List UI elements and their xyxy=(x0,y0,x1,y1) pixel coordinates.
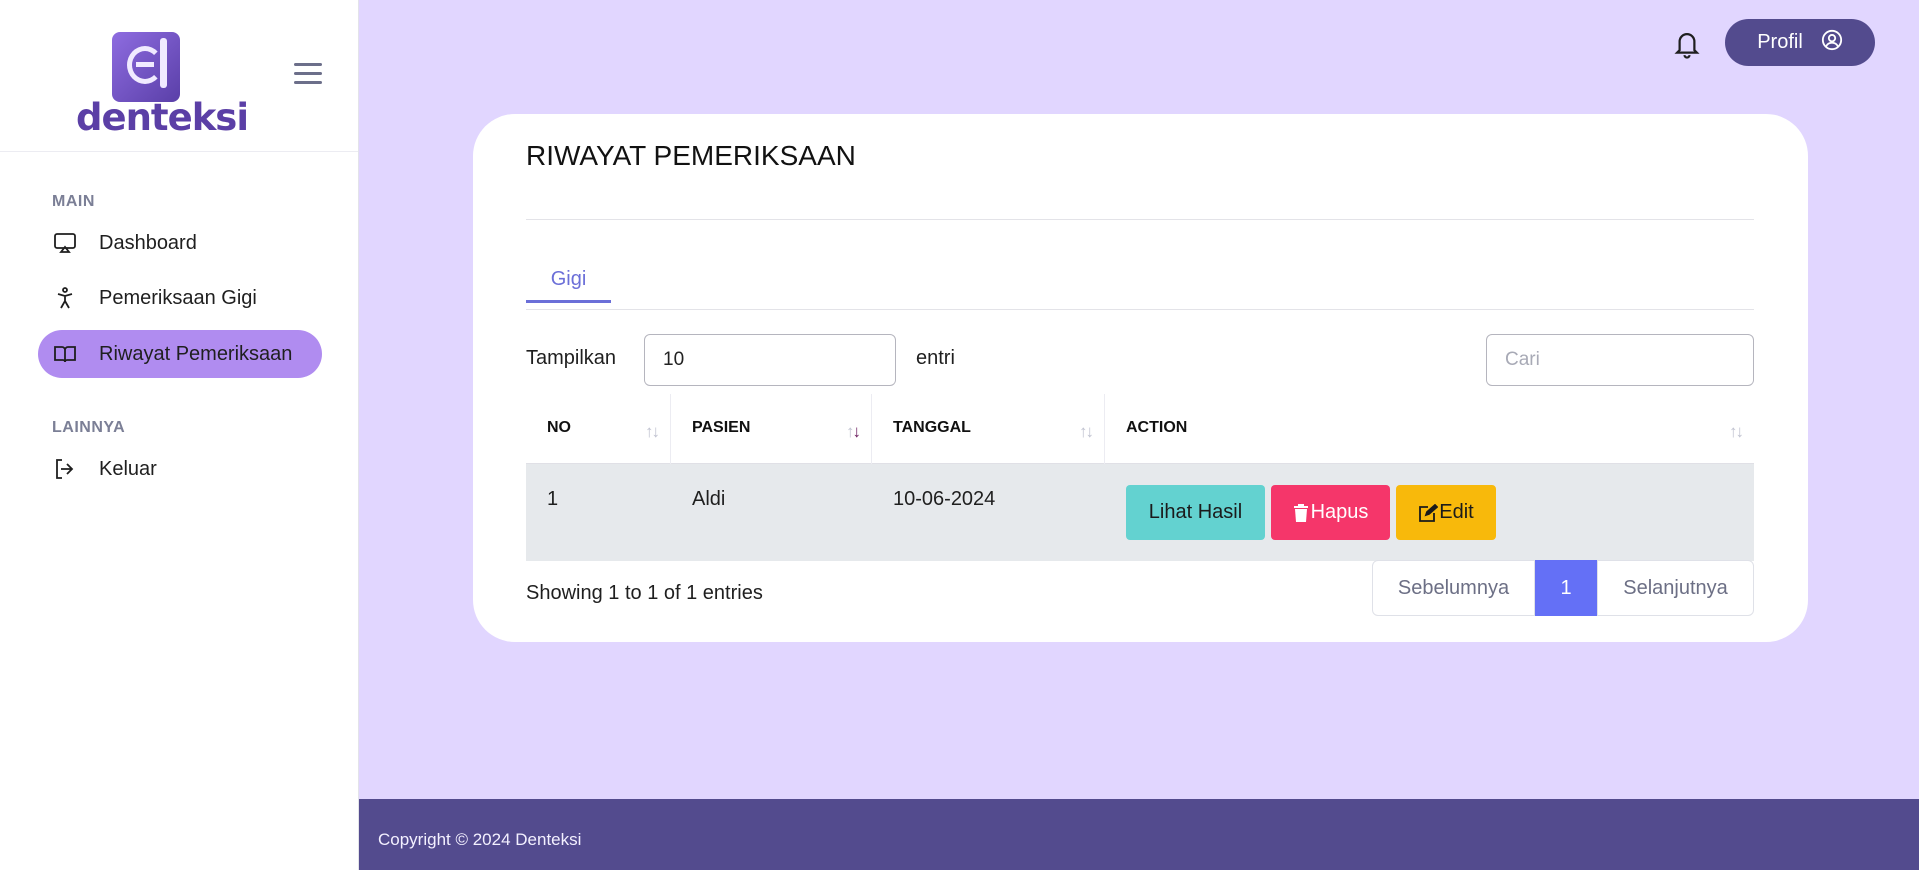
sidebar-item-pemeriksaan-gigi[interactable]: Pemeriksaan Gigi xyxy=(38,274,322,322)
monitor-icon xyxy=(52,230,78,256)
brand-name: denteksi xyxy=(76,96,249,139)
column-header-action[interactable]: ACTION ↑↓ xyxy=(1105,394,1754,464)
person-icon xyxy=(52,285,78,311)
sidebar-item-label: Pemeriksaan Gigi xyxy=(99,286,257,309)
sidebar-item-label: Dashboard xyxy=(99,231,197,254)
history-table: NO ↑↓ PASIEN ↑↓ TANGGAL ↑↓ ACTION ↑↓ 1 Aldi … xyxy=(526,394,1754,561)
sort-icon: ↑↓ xyxy=(1079,422,1094,441)
book-icon xyxy=(52,341,78,367)
sort-icon: ↑↓ xyxy=(645,422,660,441)
table-row: 1 Aldi 10-06-2024 Lihat Hasil Hapus Edit xyxy=(526,464,1754,561)
sidebar-item-keluar[interactable]: Keluar xyxy=(38,445,322,493)
page-number-button[interactable]: 1 xyxy=(1535,560,1597,616)
profile-button[interactable]: Profil xyxy=(1725,19,1875,66)
sort-icon: ↑↓ xyxy=(846,422,861,441)
sidebar-item-label: Riwayat Pemeriksaan xyxy=(99,342,293,365)
brand-logo[interactable]: denteksi xyxy=(76,30,249,139)
button-label: Lihat Hasil xyxy=(1148,501,1243,523)
edit-button[interactable]: Edit xyxy=(1396,485,1496,540)
logout-icon xyxy=(52,456,78,482)
sidebar-item-riwayat-pemeriksaan[interactable]: Riwayat Pemeriksaan xyxy=(38,330,322,378)
sidebar: denteksi MAIN Dashboard Pemeriksaan Gigi… xyxy=(0,0,359,870)
sidebar-header: denteksi xyxy=(0,0,358,152)
cell-tanggal: 10-06-2024 xyxy=(893,488,996,510)
view-result-button[interactable]: Lihat Hasil xyxy=(1126,485,1265,540)
column-label: TANGGAL xyxy=(893,419,971,436)
sidebar-item-label: Keluar xyxy=(99,457,157,480)
column-label: NO xyxy=(547,419,571,436)
divider xyxy=(526,309,1754,310)
button-label: Hapus xyxy=(1310,501,1369,523)
footer: Copyright © 2024 Denteksi xyxy=(359,799,1919,870)
entries-label: entri xyxy=(916,347,955,369)
cell-no: 1 xyxy=(547,488,559,510)
bell-icon[interactable] xyxy=(1672,28,1702,60)
column-header-no[interactable]: NO ↑↓ xyxy=(526,394,671,464)
edit-icon xyxy=(1418,503,1439,522)
history-card: RIWAYAT PEMERIKSAAN Gigi Tampilkan 10 en… xyxy=(473,114,1808,642)
sort-icon: ↑↓ xyxy=(1729,422,1744,441)
pagination: Sebelumnya 1 Selanjutnya xyxy=(1372,560,1754,616)
next-page-button[interactable]: Selanjutnya xyxy=(1597,560,1754,616)
copyright-text: Copyright © 2024 Denteksi xyxy=(378,830,582,849)
profile-label: Profil xyxy=(1757,31,1803,53)
cell-pasien: Aldi xyxy=(692,488,726,510)
column-header-tanggal[interactable]: TANGGAL ↑↓ xyxy=(872,394,1105,464)
column-label: PASIEN xyxy=(692,419,751,436)
page-size-select[interactable]: 10 xyxy=(644,334,896,386)
trash-icon xyxy=(1293,503,1309,522)
cell-actions: Lihat Hasil Hapus Edit xyxy=(1105,464,1754,561)
button-label: Edit xyxy=(1439,501,1474,523)
page-title: RIWAYAT PEMERIKSAAN xyxy=(526,140,856,171)
column-header-pasien[interactable]: PASIEN ↑↓ xyxy=(671,394,872,464)
menu-toggle-icon[interactable] xyxy=(294,63,322,85)
show-entries-label: Tampilkan xyxy=(526,347,617,369)
nav-section-lainnya: LAINNYA xyxy=(52,419,126,436)
table-header: NO ↑↓ PASIEN ↑↓ TANGGAL ↑↓ ACTION ↑↓ xyxy=(526,394,1754,464)
logo-mark-icon xyxy=(112,32,180,102)
tab-label: Gigi xyxy=(550,268,587,290)
nav-section-main: MAIN xyxy=(52,193,95,210)
user-circle-icon xyxy=(1821,29,1843,57)
tab-gigi[interactable]: Gigi xyxy=(526,260,611,303)
table-info: Showing 1 to 1 of 1 entries xyxy=(526,582,763,604)
column-label: ACTION xyxy=(1126,419,1188,436)
delete-button[interactable]: Hapus xyxy=(1271,485,1390,540)
sidebar-item-dashboard[interactable]: Dashboard xyxy=(38,219,322,267)
search-input[interactable] xyxy=(1486,334,1754,386)
divider xyxy=(526,219,1754,220)
previous-page-button[interactable]: Sebelumnya xyxy=(1372,560,1535,616)
